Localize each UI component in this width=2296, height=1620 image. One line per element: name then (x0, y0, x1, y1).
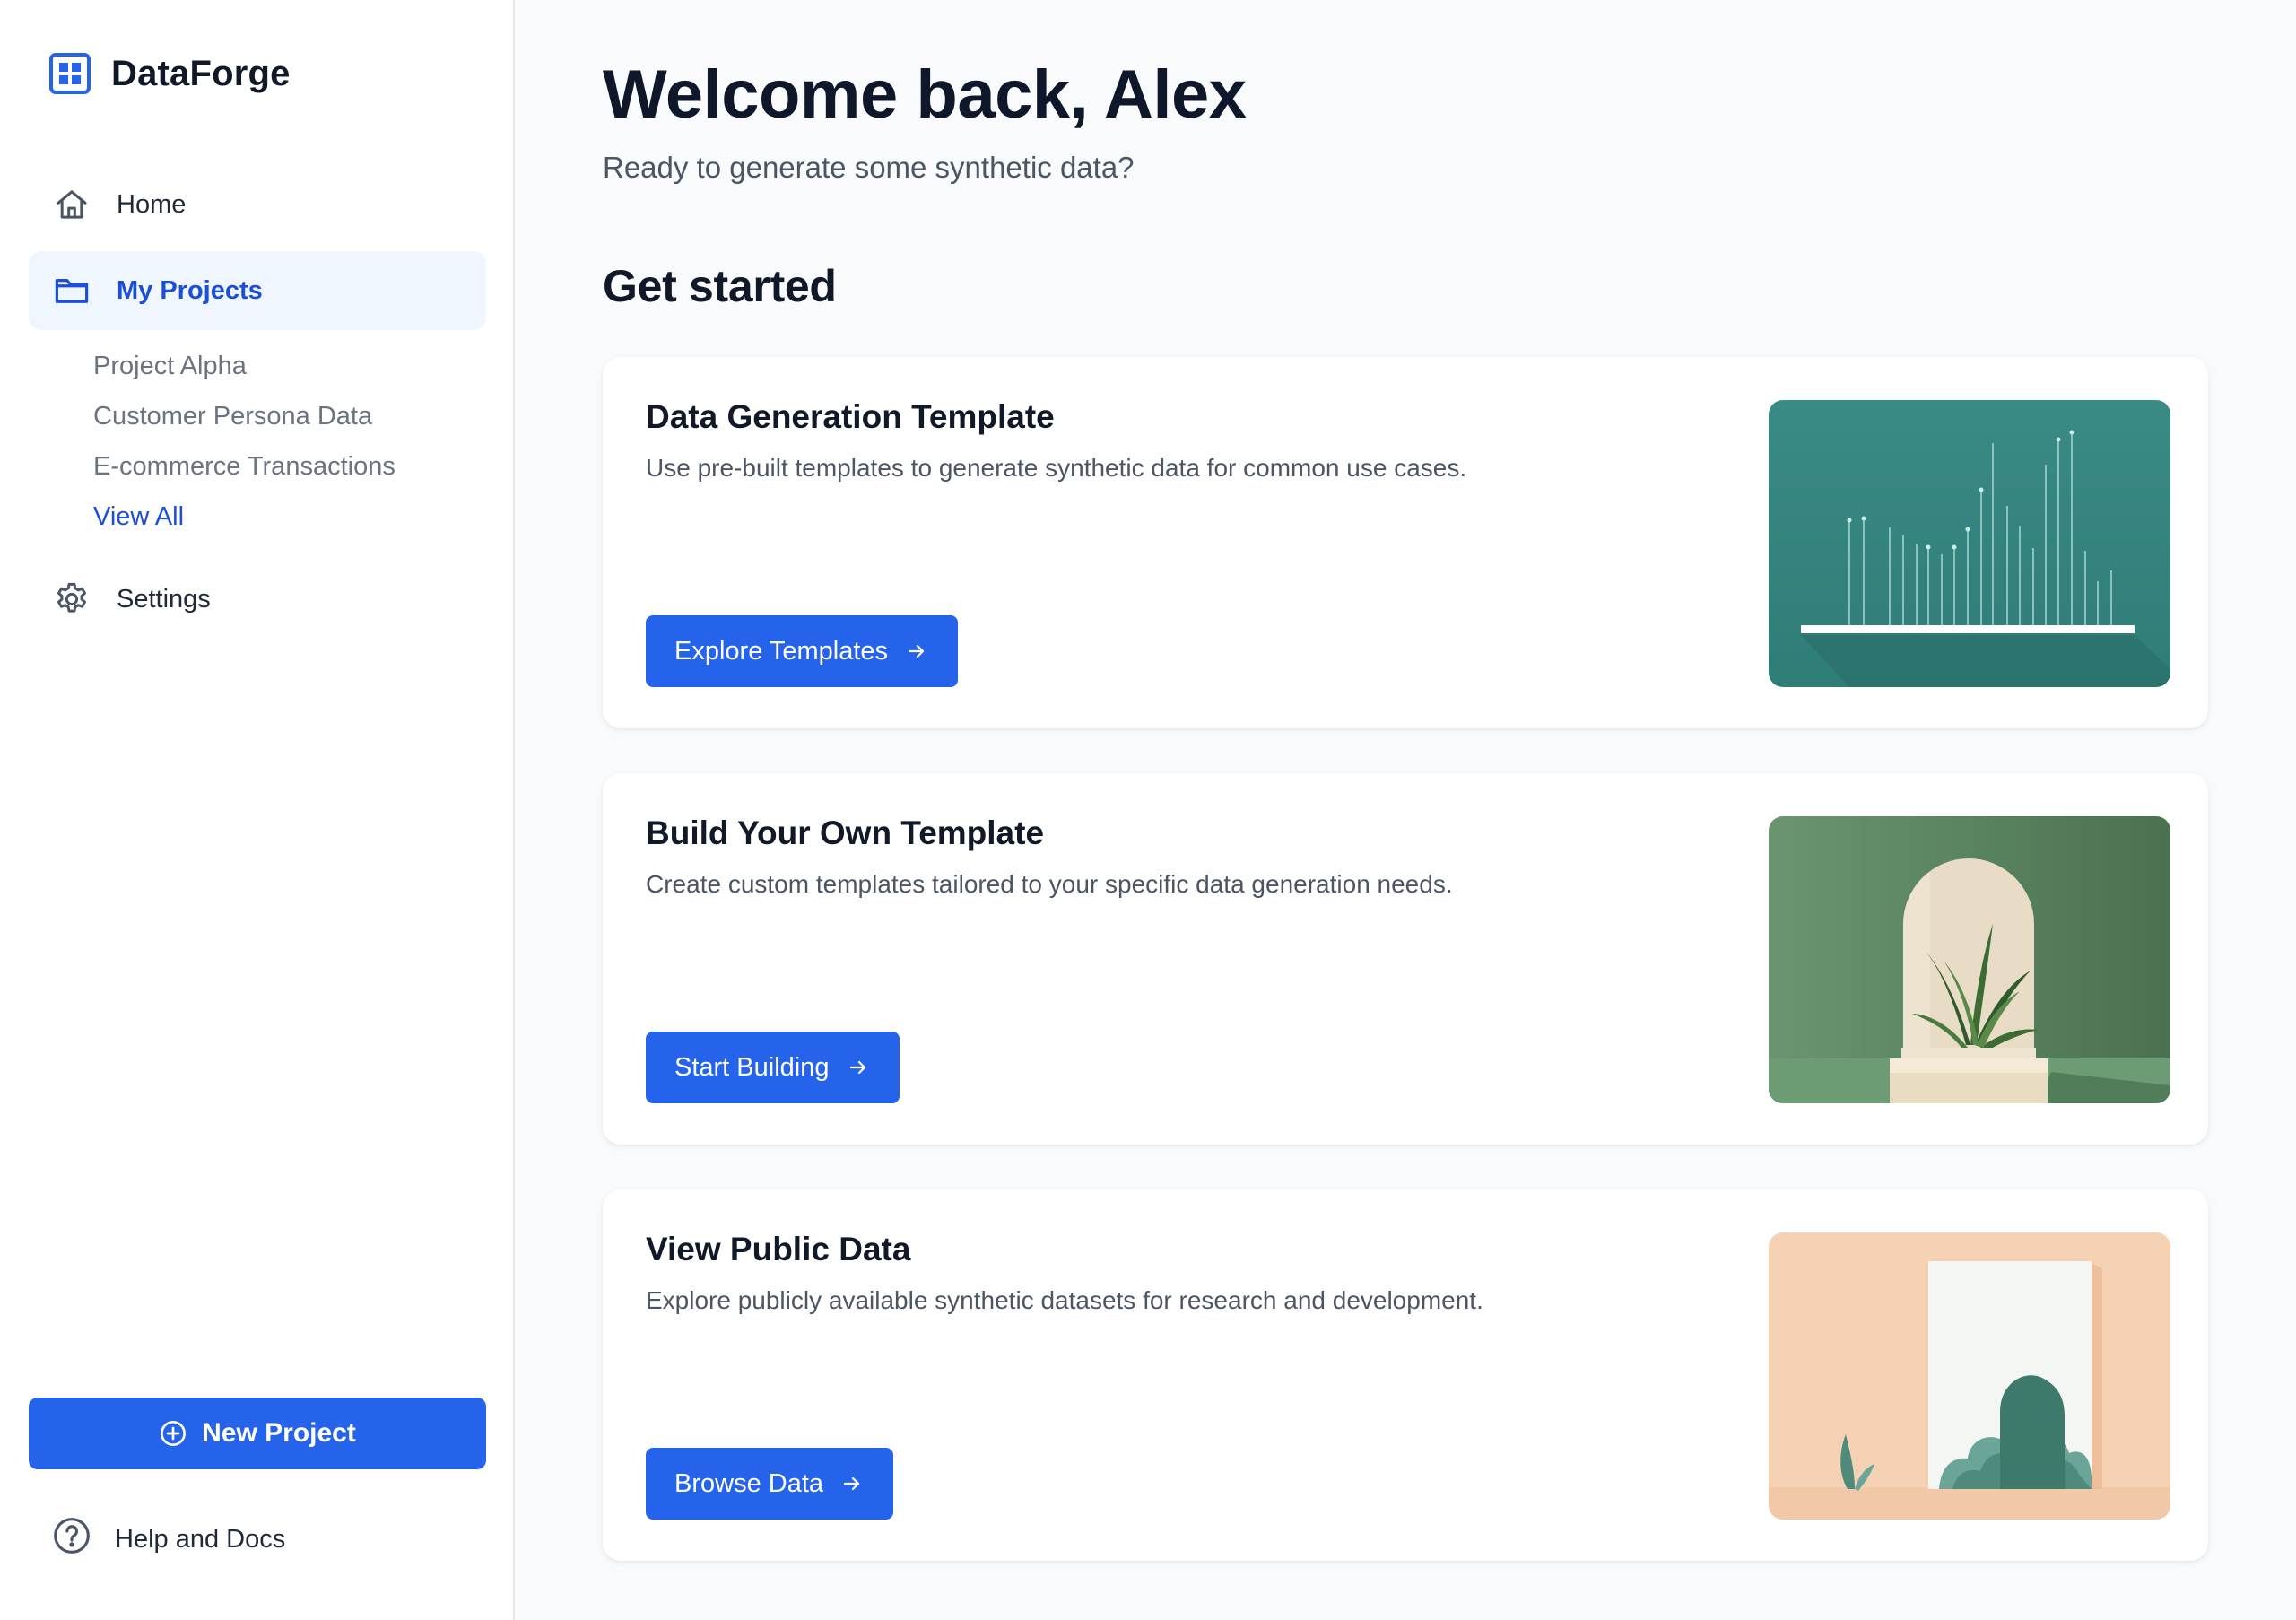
card-description: Create custom templates tailored to your… (646, 870, 1453, 898)
brand[interactable]: DataForge (48, 52, 291, 95)
folder-icon (52, 271, 91, 310)
card-title: View Public Data (646, 1231, 911, 1267)
help-icon (52, 1516, 91, 1563)
project-link-customer-persona[interactable]: Customer Persona Data (93, 402, 372, 431)
sidebar: DataForge Home My Projects Project Alpha… (0, 0, 515, 1620)
new-project-label: New Project (202, 1418, 356, 1448)
plus-circle-icon (159, 1418, 189, 1449)
project-link-ecommerce[interactable]: E-commerce Transactions (93, 452, 396, 482)
card-view-public-data: View Public Data Explore publicly availa… (603, 1189, 2208, 1561)
green-arch-plant-illustration (1769, 816, 2170, 1103)
sidebar-item-home[interactable]: Home (29, 165, 486, 244)
card-description: Use pre-built templates to generate synt… (646, 454, 1467, 482)
sidebar-item-label: Settings (117, 584, 211, 614)
button-label: Browse Data (674, 1468, 824, 1498)
arrow-right-icon (848, 1056, 871, 1079)
peach-landscape-frame-illustration (1769, 1232, 2170, 1520)
sidebar-item-label: Home (117, 189, 187, 219)
main-content: Welcome back, Alex Ready to generate som… (515, 0, 2296, 1620)
card-description: Explore publicly available synthetic dat… (646, 1286, 1483, 1314)
new-project-button[interactable]: New Project (29, 1398, 486, 1469)
home-icon (52, 185, 91, 224)
card-data-generation-template: Data Generation Template Use pre-built t… (603, 357, 2208, 728)
explore-templates-button[interactable]: Explore Templates (646, 615, 959, 687)
brand-name: DataForge (111, 53, 291, 93)
arrow-right-icon (841, 1472, 865, 1495)
section-title: Get started (603, 261, 837, 311)
button-label: Explore Templates (674, 636, 889, 666)
card-title: Build Your Own Template (646, 814, 1045, 851)
teal-bar-chart-illustration (1769, 400, 2170, 687)
sidebar-item-settings[interactable]: Settings (29, 560, 486, 639)
card-title: Data Generation Template (646, 398, 1055, 435)
view-all-link[interactable]: View All (93, 502, 184, 532)
sidebar-item-my-projects[interactable]: My Projects (29, 251, 486, 330)
page-title: Welcome back, Alex (603, 57, 1247, 133)
gear-icon (52, 579, 91, 619)
arrow-right-icon (906, 640, 929, 663)
browse-data-button[interactable]: Browse Data (646, 1448, 894, 1520)
start-building-button[interactable]: Start Building (646, 1032, 900, 1103)
help-and-docs-link[interactable]: Help and Docs (52, 1516, 285, 1563)
page-subtitle: Ready to generate some synthetic data? (603, 151, 1135, 184)
project-link-alpha[interactable]: Project Alpha (93, 352, 247, 381)
help-label: Help and Docs (115, 1524, 286, 1554)
sidebar-item-label: My Projects (117, 275, 263, 305)
button-label: Start Building (674, 1052, 830, 1082)
grid-icon (49, 53, 91, 94)
card-build-your-own-template: Build Your Own Template Create custom te… (603, 773, 2208, 1145)
